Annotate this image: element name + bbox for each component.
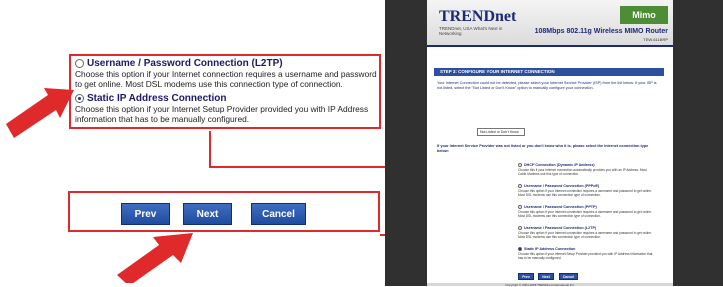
mimo-badge: Mimo [620,6,668,24]
option-static-ip[interactable]: Static IP Address Connection [75,93,377,104]
mini-option-l2tp[interactable]: Username / Password Connection (L2TP) Ch… [518,226,653,239]
isp-select[interactable]: Not Listed or Don't Know [477,128,525,136]
mini-radio-l2tp-icon[interactable] [518,226,522,230]
cancel-button[interactable]: Cancel [251,203,306,225]
mini-radio-pptp-icon[interactable] [518,205,522,209]
option-static-ip-desc: Choose this option if your Internet Setu… [75,104,369,124]
left-gutter [385,0,427,286]
connection-type-note: If your Internet Service Provider was no… [437,144,649,153]
mini-option-dhcp[interactable]: DHCP Connection (Dynamic IP Address) Cho… [518,163,653,176]
mini-option-l2tp-desc: Choose this option if your Internet conn… [518,231,652,239]
right-gutter [673,0,723,286]
model-number: TEW-611BRP [643,37,668,42]
copyright-text: Copyright © 2004-2005 TRENDnet Internati… [505,283,575,287]
zoom-options-inner: Username / Password Connection (L2TP) Ch… [75,56,377,124]
mini-prev-button[interactable]: Prev [518,273,534,280]
radio-l2tp-icon[interactable] [75,59,84,68]
product-title: 108Mbps 802.11g Wireless MIMO Router [534,28,668,35]
mini-option-pptp[interactable]: Username / Password Connection (PPTP) Ch… [518,205,653,218]
option-static-ip-title: Static IP Address Connection [87,93,227,104]
mini-option-l2tp-title: Username / Password Connection (L2TP) [524,226,597,230]
step-title: STEP 3: CONFIGURE YOUR INTERNET CONNECTI… [434,68,664,76]
mini-radio-static-ip-icon[interactable] [518,247,522,251]
router-setup-screenshot: TRENDnet TRENDnet, USA What's Next in Ne… [385,0,723,287]
mini-option-static-ip[interactable]: Static IP Address Connection Choose this… [518,247,653,260]
zoom-connection-options: Username / Password Connection (L2TP) Ch… [69,54,381,129]
mini-option-pptp-desc: Choose this option if your Internet conn… [518,210,652,218]
mini-radio-dhcp-icon[interactable] [518,163,522,167]
wizard-content: STEP 3: CONFIGURE YOUR INTERNET CONNECTI… [427,45,673,286]
mini-radio-pppoe-icon[interactable] [518,184,522,188]
mini-option-pptp-title: Username / Password Connection (PPTP) [524,205,597,209]
option-l2tp-desc: Choose this option if your Internet conn… [75,69,377,89]
pointer-arrow-next-icon [117,233,193,283]
mini-option-pppoe-desc: Choose this option if your Internet conn… [518,189,652,197]
pointer-arrow-static-ip-icon [6,88,74,138]
app-header: TRENDnet TRENDnet, USA What's Next in Ne… [427,0,673,45]
mini-option-dhcp-title: DHCP Connection (Dynamic IP Address) [524,163,595,167]
mini-option-pppoe[interactable]: Username / Password Connection (PPPoE) C… [518,184,653,197]
option-l2tp-title: Username / Password Connection (L2TP) [87,58,283,69]
mini-option-pppoe-title: Username / Password Connection (PPPoE) [524,184,600,188]
mini-option-dhcp-desc: Choose this if your Internet connection … [518,168,647,176]
mini-option-static-ip-title: Static IP Address Connection [524,247,576,251]
mini-next-button[interactable]: Next [538,273,554,280]
option-l2tp[interactable]: Username / Password Connection (L2TP) [75,58,377,69]
mini-cancel-button[interactable]: Cancel [559,273,578,280]
mini-option-static-ip-desc: Choose this option if your Internet Setu… [518,252,653,260]
intro-text: Your Internet Connection could not be de… [437,81,657,90]
leader-line-options-v [209,131,211,168]
brand-logo: TRENDnet [439,8,517,25]
brand-tagline: TRENDnet, USA What's Next in Networking [439,26,503,36]
